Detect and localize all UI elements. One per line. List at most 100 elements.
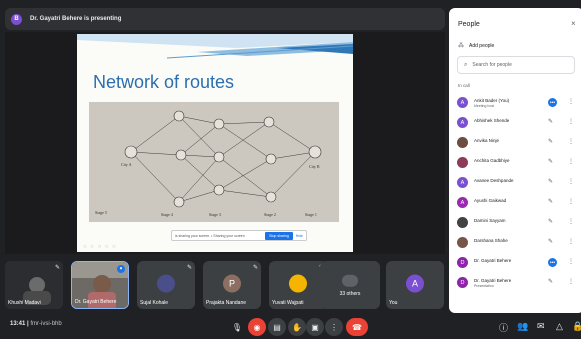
mic-off-icon: ✎ [548,199,554,205]
stop-sharing-button[interactable]: Stop sharing [265,231,293,240]
more-vert-icon[interactable]: ⋮ [568,238,574,245]
participant-row[interactable]: Anvika Ninje ✎ ⋮ [449,133,581,153]
participant-row[interactable]: Anchita Gadbhiye ✎ ⋮ [449,153,581,173]
mic-off-icon: ✎ [252,265,258,271]
participant-avatar [457,137,468,148]
mic-off-icon: ✎ [548,139,554,145]
more-vert-icon[interactable]: ⋮ [568,178,574,185]
hand-icon: ✋ [292,322,302,332]
participant-avatar: A [457,97,468,108]
more-vert-icon[interactable]: ⋮ [568,98,574,105]
mic-off-icon: ✎ [548,179,554,185]
city-label-right: City B [309,164,320,169]
network-graph: City A City B Stage 5 Stage 4 Stage 3 St… [89,102,339,222]
participant-name: Ayushi Gaikwad [474,198,507,203]
search-placeholder: Search for people [472,62,512,68]
mic-off-icon: ✎ [548,119,554,125]
participant-name: Dr. Gayatri Behere [474,258,512,263]
camera-off-icon: ◉ [253,322,261,332]
participant-tile[interactable]: ✎ Sujal Kohale [137,261,195,309]
stage-label-5: Stage 5 [95,210,107,215]
participant-row[interactable]: D Dr. Gayatri Behere Presentation ✎ ⋮ [449,273,581,293]
participant-row[interactable]: A Avanee Deshpande ✎ ⋮ [449,173,581,193]
participant-row[interactable]: A Abhishek Shende ✎ ⋮ [449,113,581,133]
stage-label-3: Stage 3 [209,212,221,217]
participant-row[interactable]: A Ayushi Gaikwad ✎ ⋮ [449,193,581,213]
others-avatars-icon [342,274,358,287]
stage-label-2: Stage 2 [264,212,276,217]
slide-title: Network of routes [93,72,235,92]
hide-share-bar-button[interactable]: Hide [296,234,303,238]
more-vert-icon[interactable]: ⋮ [568,118,574,125]
in-call-label: In call [458,83,470,88]
participant-tile[interactable]: P ✎ Prajakta Nandane [203,261,261,309]
participant-list: A Ankit Bader (You) Meeting host ••• ⋮ A… [449,93,581,293]
shared-slide: Network of routes City A City B Stage 5 … [77,34,353,252]
raise-hand-button[interactable]: ✋ [288,318,306,336]
presenting-text: Dr. Gayatri Behere is presenting [30,16,122,22]
more-vert-icon[interactable]: ⋮ [568,198,574,205]
captions-icon: ▤ [273,322,281,332]
chat-icon[interactable]: ✉ [537,321,545,332]
city-label-left: City A [121,162,132,167]
mic-toggle-button[interactable]: 🎙 [228,318,246,336]
mic-icon: ✎ [54,265,60,271]
participant-name: Khushi Madavi [8,300,41,306]
clock-time: 13:41 [10,321,26,327]
participant-name: Dr. Gayatri Behere [474,278,512,283]
self-tile[interactable]: A You [386,261,444,309]
slide-controls-icon[interactable]: ○ ○ ○ ○ ○ [83,244,117,250]
stage-label-4: Stage 4 [161,212,173,217]
participant-tile[interactable]: ✎ Khushi Madavi [5,261,63,309]
participant-avatar [157,274,175,293]
meet-window: B Dr. Gayatri Behere is presenting Netwo… [0,0,581,339]
phone-hangup-icon: ☎ [352,322,362,332]
add-people-label: Add people [469,42,495,49]
participant-name: Yuvati Wajpati [272,300,304,306]
participant-avatar [457,237,468,248]
more-vert-icon[interactable]: ⋮ [568,218,574,225]
participant-name: Abhishek Shende [474,118,510,123]
host-controls-icon[interactable]: 🔒 [572,321,581,332]
participant-row[interactable]: Damini Sayyam ✎ ⋮ [449,213,581,233]
more-vert-icon[interactable]: ⋮ [568,278,574,285]
camera-toggle-button[interactable]: ◉ [248,318,266,336]
share-bar-text: is sharing your screen. • Sharing your s… [175,233,245,238]
more-vert-icon[interactable]: ⋮ [568,138,574,145]
more-vert-icon[interactable]: ⋮ [568,258,574,265]
close-panel-button[interactable]: × [571,19,576,28]
others-tile[interactable]: 33 others [320,261,380,309]
search-people-input[interactable]: ⌕ Search for people [457,56,575,74]
others-count: 33 others [339,291,361,297]
participant-name: Darshana Shahe [474,238,508,243]
speaking-icon: ••• [548,258,557,267]
participant-avatar [289,274,307,293]
mic-off-icon: ✎ [548,159,554,165]
participant-row[interactable]: Darshana Shahe ✎ ⋮ [449,233,581,253]
participant-row[interactable]: A Ankit Bader (You) Meeting host ••• ⋮ [449,93,581,113]
meeting-time-code: 13:41 | fmr-ivsi-bhb [10,321,62,327]
speaking-icon: ••• [548,98,557,107]
participant-name: Dr. Gayatri Behere [75,299,117,305]
stage-label-1: Stage 1 [305,212,317,217]
more-vert-icon[interactable]: ⋮ [568,158,574,165]
leave-call-button[interactable]: ☎ [346,318,368,336]
present-icon: ▣ [311,322,319,332]
people-icon[interactable]: 👥 [517,321,528,332]
participant-tile-self-video[interactable]: ⦁ Dr. Gayatri Behere [71,261,129,309]
search-icon: ⌕ [464,61,468,68]
present-button[interactable]: ▣ [306,318,324,336]
participant-row[interactable]: D Dr. Gayatri Behere ••• ⋮ [449,253,581,273]
add-people-button[interactable]: ⁂ Add people [458,42,495,50]
captions-button[interactable]: ▤ [268,318,286,336]
activities-icon[interactable]: △ [556,321,563,332]
slide-header-decoration [77,34,353,59]
participant-tile[interactable]: ✎ Yuvati Wajpati [269,261,327,309]
add-person-icon: ⁂ [458,43,464,49]
participant-name: Anchita Gadbhiye [474,158,510,163]
info-icon[interactable]: ⓘ [499,321,508,334]
participant-name: You [389,300,398,306]
participant-name: Damini Sayyam [474,218,506,223]
participant-avatar [457,217,468,228]
more-options-button[interactable]: ⋮ [325,318,343,336]
